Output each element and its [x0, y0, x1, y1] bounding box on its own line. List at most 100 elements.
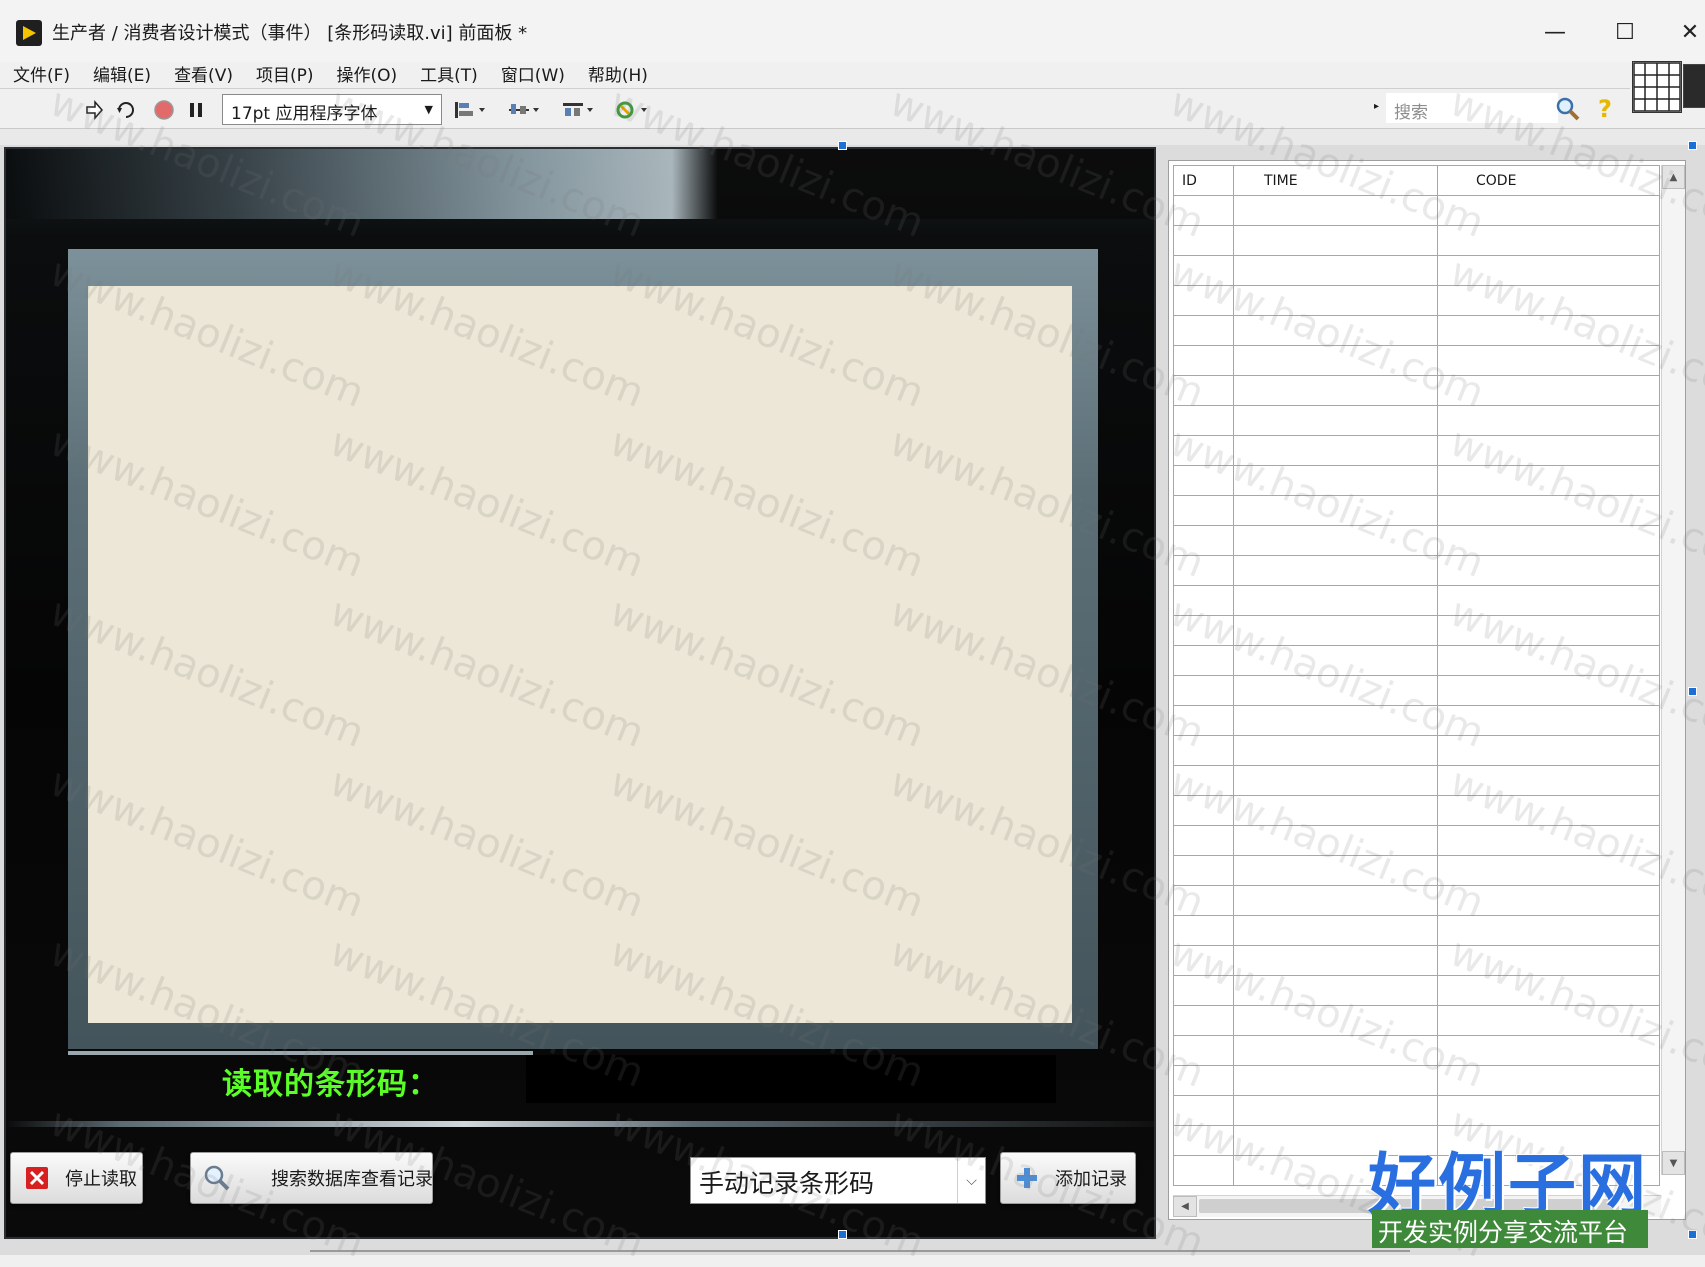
search-input[interactable]: 搜索: [1386, 93, 1558, 123]
menu-help[interactable]: 帮助(H): [588, 61, 648, 86]
cell-id[interactable]: [1173, 255, 1234, 286]
cell-time[interactable]: [1233, 435, 1438, 466]
scroll-up-icon[interactable]: ▲: [1662, 165, 1685, 189]
table-row[interactable]: [1173, 315, 1660, 346]
cell-code[interactable]: [1437, 435, 1660, 466]
cell-time[interactable]: [1233, 885, 1438, 916]
table-row[interactable]: [1173, 285, 1660, 316]
cell-id[interactable]: [1173, 1035, 1234, 1066]
align-objects-icon[interactable]: [452, 98, 488, 122]
cell-code[interactable]: [1437, 375, 1660, 406]
search-icon[interactable]: [1554, 95, 1582, 123]
cell-id[interactable]: [1173, 1125, 1234, 1156]
manual-record-select[interactable]: 手动记录条形码 ⌵: [690, 1157, 986, 1204]
cell-code[interactable]: [1437, 645, 1660, 676]
cell-code[interactable]: [1437, 585, 1660, 616]
cell-time[interactable]: [1233, 585, 1438, 616]
cell-time[interactable]: [1233, 675, 1438, 706]
menu-view[interactable]: 查看(V): [174, 61, 233, 86]
table-row[interactable]: [1173, 375, 1660, 406]
cell-id[interactable]: [1173, 495, 1234, 526]
cell-code[interactable]: [1437, 315, 1660, 346]
table-row[interactable]: [1173, 675, 1660, 706]
cell-id[interactable]: [1173, 225, 1234, 256]
table-row[interactable]: [1173, 225, 1660, 256]
cell-id[interactable]: [1173, 795, 1234, 826]
chevron-down-icon[interactable]: ⌵: [957, 1158, 985, 1203]
abort-icon[interactable]: [152, 98, 176, 122]
table-row[interactable]: [1173, 405, 1660, 436]
scroll-down-icon[interactable]: ▼: [1662, 1151, 1685, 1175]
menu-window[interactable]: 窗口(W): [501, 61, 565, 86]
cell-code[interactable]: [1437, 885, 1660, 916]
cell-code[interactable]: [1437, 1095, 1660, 1126]
records-table[interactable]: ID TIME CODE ▲ ▼ ◀: [1168, 160, 1686, 1220]
resize-objects-icon[interactable]: [560, 98, 596, 122]
cell-code[interactable]: [1437, 1065, 1660, 1096]
cell-code[interactable]: [1437, 405, 1660, 436]
cell-id[interactable]: [1173, 675, 1234, 706]
selection-handle[interactable]: [1688, 141, 1697, 150]
cell-code[interactable]: [1437, 525, 1660, 556]
cell-time[interactable]: [1233, 645, 1438, 676]
menu-file[interactable]: 文件(F): [13, 61, 70, 86]
cell-time[interactable]: [1233, 1005, 1438, 1036]
cell-id[interactable]: [1173, 645, 1234, 676]
scroll-left-icon[interactable]: ◀: [1173, 1196, 1197, 1217]
table-row[interactable]: [1173, 825, 1660, 856]
cell-id[interactable]: [1173, 555, 1234, 586]
cell-time[interactable]: [1233, 465, 1438, 496]
cell-time[interactable]: [1233, 915, 1438, 946]
minimize-button[interactable]: —: [1530, 14, 1580, 50]
cell-id[interactable]: [1173, 375, 1234, 406]
selection-handle[interactable]: [838, 141, 847, 150]
cell-time[interactable]: [1233, 825, 1438, 856]
cell-code[interactable]: [1437, 1005, 1660, 1036]
cell-time[interactable]: [1233, 285, 1438, 316]
cell-id[interactable]: [1173, 1095, 1234, 1126]
search-scope-arrow-icon[interactable]: ▸: [1374, 101, 1379, 112]
menu-tools[interactable]: 工具(T): [420, 61, 478, 86]
cell-code[interactable]: [1437, 975, 1660, 1006]
cell-code[interactable]: [1437, 615, 1660, 646]
table-row[interactable]: [1173, 1035, 1660, 1066]
cell-id[interactable]: [1173, 435, 1234, 466]
cell-code[interactable]: [1437, 795, 1660, 826]
image-display[interactable]: [88, 286, 1072, 1023]
table-row[interactable]: [1173, 765, 1660, 796]
table-row[interactable]: [1173, 435, 1660, 466]
cell-time[interactable]: [1233, 735, 1438, 766]
cell-time[interactable]: [1233, 855, 1438, 886]
vertical-scrollbar[interactable]: ▲ ▼: [1661, 165, 1685, 1175]
table-row[interactable]: [1173, 645, 1660, 676]
cell-code[interactable]: [1437, 555, 1660, 586]
table-row[interactable]: [1173, 465, 1660, 496]
cell-code[interactable]: [1437, 945, 1660, 976]
cell-code[interactable]: [1437, 195, 1660, 226]
cell-time[interactable]: [1233, 705, 1438, 736]
table-row[interactable]: [1173, 915, 1660, 946]
cell-code[interactable]: [1437, 255, 1660, 286]
cell-time[interactable]: [1233, 1095, 1438, 1126]
pause-icon[interactable]: [184, 98, 208, 122]
table-row[interactable]: [1173, 345, 1660, 376]
selection-handle[interactable]: [1688, 1230, 1697, 1239]
cell-time[interactable]: [1233, 1035, 1438, 1066]
cell-code[interactable]: [1437, 345, 1660, 376]
cell-id[interactable]: [1173, 315, 1234, 346]
cell-code[interactable]: [1437, 765, 1660, 796]
distribute-objects-icon[interactable]: [506, 98, 542, 122]
cell-id[interactable]: [1173, 855, 1234, 886]
cell-time[interactable]: [1233, 405, 1438, 436]
table-row[interactable]: [1173, 1065, 1660, 1096]
column-header-time[interactable]: TIME: [1233, 165, 1438, 196]
table-row[interactable]: [1173, 855, 1660, 886]
cell-code[interactable]: [1437, 675, 1660, 706]
menu-edit[interactable]: 编辑(E): [93, 61, 151, 86]
column-header-code[interactable]: CODE: [1437, 165, 1660, 196]
add-record-button[interactable]: 添加记录: [1000, 1152, 1136, 1204]
cell-id[interactable]: [1173, 465, 1234, 496]
cell-time[interactable]: [1233, 1065, 1438, 1096]
cell-id[interactable]: [1173, 525, 1234, 556]
cell-id[interactable]: [1173, 705, 1234, 736]
